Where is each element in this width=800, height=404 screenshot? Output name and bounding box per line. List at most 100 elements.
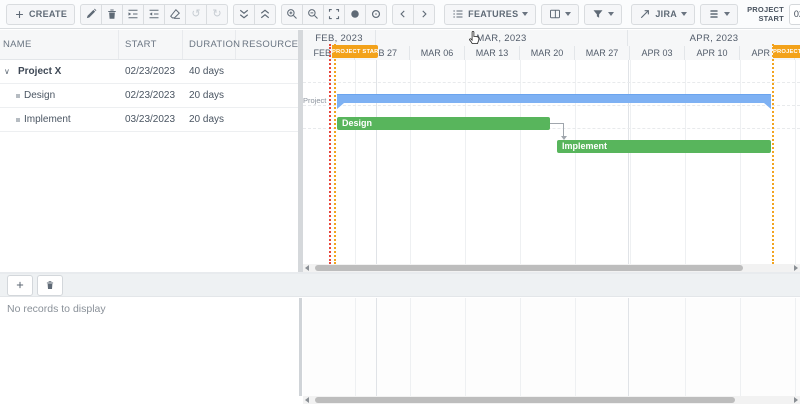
- task-duration[interactable]: 20 days: [183, 90, 236, 101]
- undo-icon: ↺: [191, 9, 201, 20]
- eraser-icon: [169, 8, 181, 20]
- project-end-line: [772, 44, 774, 264]
- next-button[interactable]: [413, 4, 435, 25]
- jira-menu-button[interactable]: JIRA: [631, 4, 695, 25]
- eraser-button[interactable]: [164, 4, 186, 25]
- layers-menu-button[interactable]: [700, 4, 738, 25]
- double-chevron-down-icon: [238, 8, 250, 20]
- list-icon: [452, 8, 464, 20]
- jira-icon: [639, 8, 651, 20]
- add-resource-button[interactable]: [7, 275, 33, 296]
- task-start[interactable]: 02/23/2023: [119, 66, 183, 77]
- timeline-month-header: FEB, 2023 MAR, 2023 APR, 2023: [303, 30, 800, 46]
- trash-icon: [106, 8, 118, 20]
- zoom-out-button[interactable]: [302, 4, 324, 25]
- table-row-implement[interactable]: Implement 03/23/2023 20 days: [0, 108, 298, 132]
- timeline-body: Project X Design Implement: [303, 60, 800, 264]
- resources-splitter[interactable]: [299, 298, 302, 396]
- expand-group: [233, 4, 276, 25]
- summary-bar-label: Project X: [303, 96, 329, 105]
- columns-icon: [549, 8, 561, 20]
- zoom-to-fit-button[interactable]: [323, 4, 345, 25]
- week-header: APR 10: [685, 46, 740, 60]
- task-bar-implement[interactable]: Implement: [557, 140, 771, 153]
- task-start[interactable]: 02/23/2023: [119, 90, 183, 101]
- task-duration[interactable]: 20 days: [183, 114, 236, 125]
- collapse-chevron-icon[interactable]: ∨: [4, 67, 14, 76]
- today-line: [329, 44, 331, 264]
- zoom-in-button[interactable]: [281, 4, 303, 25]
- table-row-design[interactable]: Design 02/23/2023 20 days: [0, 84, 298, 108]
- column-header-duration[interactable]: DURATION: [183, 30, 236, 59]
- plus-icon: [15, 280, 25, 290]
- task-name: Design: [24, 90, 55, 101]
- delete-task-button[interactable]: [101, 4, 123, 25]
- filter-menu-button[interactable]: [584, 4, 622, 25]
- redo-button[interactable]: ↻: [206, 4, 228, 25]
- scrollbar-thumb[interactable]: [315, 265, 743, 271]
- shift-next-button[interactable]: [365, 4, 387, 25]
- trash-icon: [45, 280, 55, 290]
- zoom-in-icon: [286, 8, 298, 20]
- redo-icon: ↻: [212, 9, 222, 20]
- resources-horizontal-scrollbar[interactable]: [303, 396, 800, 404]
- edit-task-button[interactable]: [80, 4, 102, 25]
- week-header: MAR 13: [465, 46, 520, 60]
- resources-timeline: [303, 298, 800, 396]
- resources-toolbar: [0, 274, 800, 297]
- chevron-down-icon: [522, 12, 528, 16]
- angle-left-icon: [398, 9, 408, 19]
- task-name: Implement: [24, 114, 71, 125]
- month-header-feb: FEB, 2023: [303, 30, 376, 46]
- columns-menu-button[interactable]: [541, 4, 579, 25]
- task-start[interactable]: 03/23/2023: [119, 114, 183, 125]
- project-start-line: [334, 44, 336, 264]
- shift-previous-button[interactable]: [344, 4, 366, 25]
- month-header-apr: APR, 2023: [628, 30, 800, 46]
- jira-label: JIRA: [655, 9, 677, 19]
- create-label: CREATE: [29, 9, 67, 19]
- collapse-all-button[interactable]: [233, 4, 255, 25]
- angle-right-icon: [419, 9, 429, 19]
- scroll-left-icon[interactable]: [305, 265, 309, 271]
- column-header-start[interactable]: START: [119, 30, 183, 59]
- undo-button[interactable]: ↺: [185, 4, 207, 25]
- task-grid-header: NAME START DURATION RESOURCES: [0, 30, 298, 60]
- features-menu-button[interactable]: FEATURES: [444, 4, 536, 25]
- column-header-resources[interactable]: RESOURCES: [236, 30, 298, 59]
- create-button[interactable]: CREATE: [6, 4, 75, 25]
- expand-all-button[interactable]: [254, 4, 276, 25]
- layers-icon: [708, 8, 720, 20]
- outdent-button[interactable]: [143, 4, 165, 25]
- dependency-arrow-icon: [561, 136, 567, 140]
- dependency-line: [563, 123, 564, 136]
- task-name: Project X: [18, 66, 61, 77]
- task-duration[interactable]: 40 days: [183, 66, 236, 77]
- month-header-mar: MAR, 2023: [376, 30, 628, 46]
- zoom-out-icon: [307, 8, 319, 20]
- double-chevron-up-icon: [259, 8, 271, 20]
- resources-grid-empty: No records to display: [0, 298, 298, 404]
- scroll-group: [392, 4, 435, 25]
- scrollbar-thumb[interactable]: [315, 397, 735, 403]
- table-row-project[interactable]: ∨ Project X 02/23/2023 40 days: [0, 60, 298, 84]
- column-header-name[interactable]: NAME: [0, 30, 119, 59]
- scroll-right-icon[interactable]: [794, 397, 798, 403]
- gantt-app: CREATE ↺ ↻: [0, 0, 800, 404]
- zoom-to-fit-icon: [328, 8, 340, 20]
- scroll-left-icon[interactable]: [305, 397, 309, 403]
- month-gridline: [376, 60, 377, 264]
- scroll-right-icon[interactable]: [794, 265, 798, 271]
- previous-button[interactable]: [392, 4, 414, 25]
- empty-state-text: No records to display: [7, 303, 106, 315]
- timeline-horizontal-scrollbar[interactable]: [303, 264, 800, 272]
- features-label: FEATURES: [468, 9, 518, 19]
- task-bar-design[interactable]: Design: [337, 117, 550, 130]
- project-start-datefield[interactable]: [789, 4, 800, 25]
- indent-button[interactable]: [122, 4, 144, 25]
- delete-resource-button[interactable]: [37, 275, 63, 296]
- project-start-flag[interactable]: PROJECT START: [332, 45, 378, 58]
- project-start-input[interactable]: [794, 9, 800, 19]
- project-end-flag[interactable]: PROJECT END: [773, 45, 800, 58]
- summary-bar-project-x[interactable]: [337, 94, 771, 103]
